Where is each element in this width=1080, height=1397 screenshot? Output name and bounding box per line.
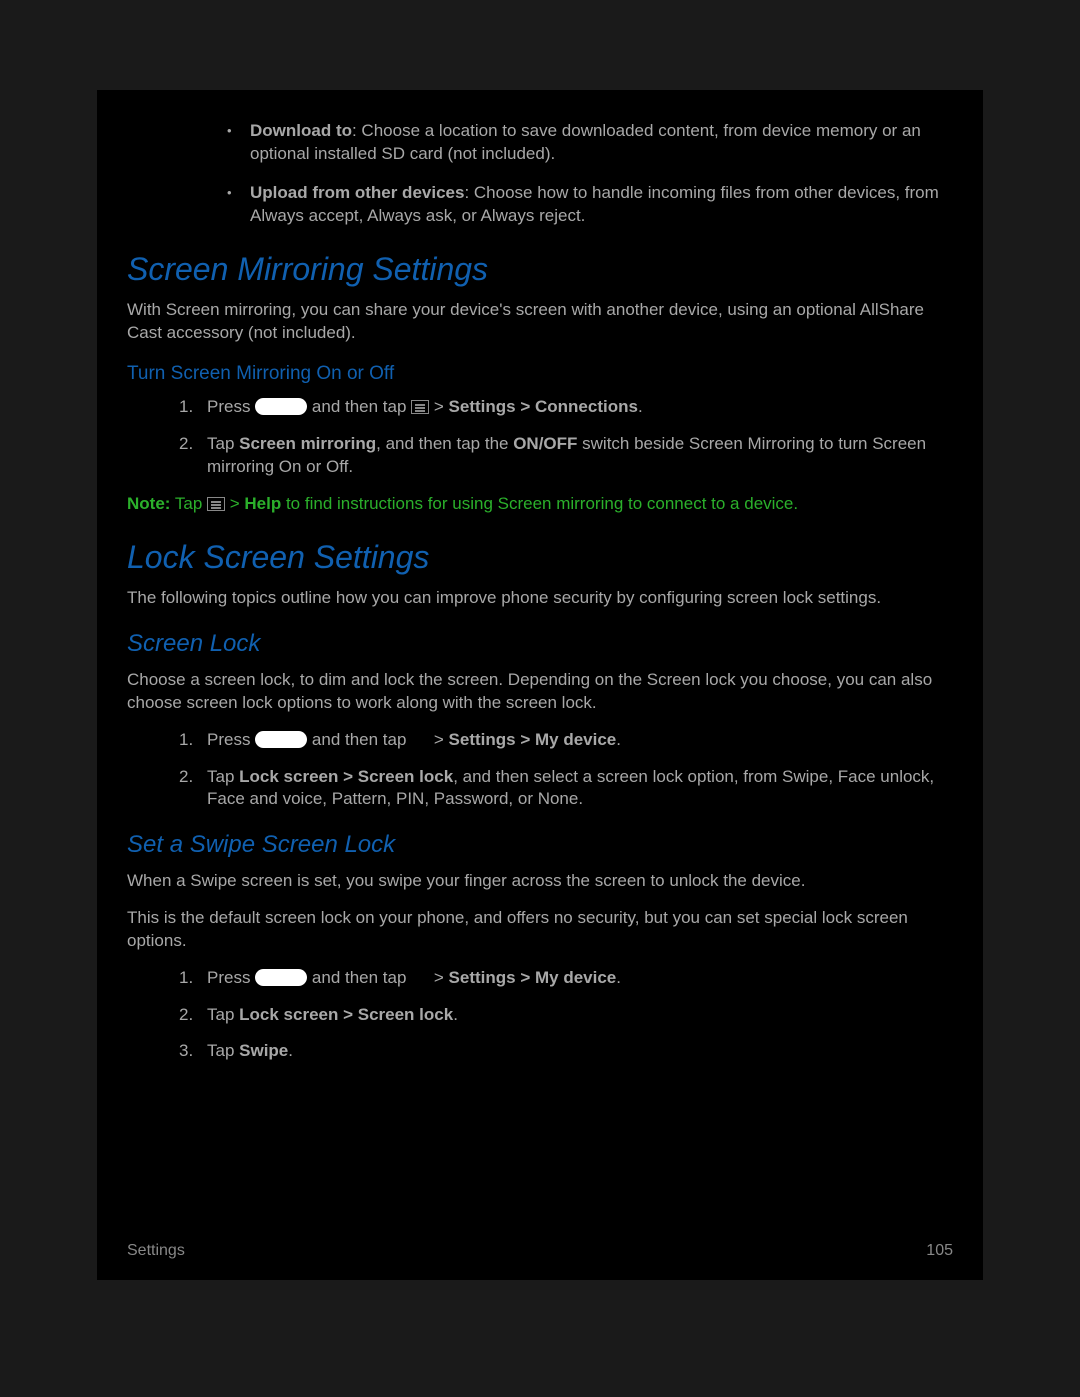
footer-page-number: 105	[926, 1240, 953, 1262]
step-text: Press	[207, 968, 255, 987]
subheading-turn-mirroring: Turn Screen Mirroring On or Off	[127, 361, 953, 387]
step-text: .	[616, 730, 621, 749]
list-item: 2. Tap Lock screen > Screen lock.	[179, 1004, 953, 1027]
menu-icon	[411, 400, 429, 414]
step-text: .	[453, 1005, 458, 1024]
home-button-icon	[255, 398, 307, 415]
step-text: >	[429, 397, 448, 416]
heading-lock-screen: Lock Screen Settings	[127, 536, 953, 579]
bullet-list: Download to: Choose a location to save d…	[222, 120, 953, 228]
bullet-title: Upload from other devices	[250, 183, 464, 202]
manual-page: Download to: Choose a location to save d…	[97, 90, 983, 1280]
step-text: , and then tap the	[376, 434, 513, 453]
heading-screen-mirroring: Screen Mirroring Settings	[127, 248, 953, 291]
step-bold: Lock screen > Screen lock	[239, 1005, 453, 1024]
list-number: 2.	[179, 766, 193, 789]
help-label: Help	[244, 494, 281, 513]
step-text: and then tap	[307, 730, 411, 749]
paragraph: The following topics outline how you can…	[127, 587, 953, 610]
step-bold: Settings > Connections	[449, 397, 638, 416]
step-text: Tap	[207, 767, 239, 786]
step-text: Press	[207, 730, 255, 749]
paragraph: This is the default screen lock on your …	[127, 907, 953, 953]
list-item: 1. Press and then tap > Settings > My de…	[179, 967, 953, 990]
list-item: 1. Press and then tap > Settings > Conne…	[179, 396, 953, 419]
step-bold: Swipe	[239, 1041, 288, 1060]
note-paragraph: Note: Tap > Help to find instructions fo…	[127, 493, 953, 516]
step-text: .	[616, 968, 621, 987]
bullet-title: Download to	[250, 121, 352, 140]
note-label: Note:	[127, 494, 170, 513]
bullet-item: Download to: Choose a location to save d…	[222, 120, 953, 166]
step-text: Press	[207, 397, 255, 416]
page-footer: Settings 105	[127, 1240, 953, 1262]
ordered-list: 1. Press and then tap > Settings > Conne…	[179, 396, 953, 479]
step-text: and then tap	[307, 397, 411, 416]
list-number: 1.	[179, 729, 193, 752]
step-bold: Screen mirroring	[239, 434, 376, 453]
menu-icon	[207, 497, 225, 511]
note-text: Tap	[170, 494, 207, 513]
step-text: .	[638, 397, 643, 416]
footer-section: Settings	[127, 1240, 185, 1262]
note-text: to find instructions for using Screen mi…	[281, 494, 798, 513]
step-bold: Settings > My device	[449, 730, 617, 749]
list-number: 1.	[179, 967, 193, 990]
list-item: 2. Tap Screen mirroring, and then tap th…	[179, 433, 953, 479]
list-item: 2. Tap Lock screen > Screen lock, and th…	[179, 766, 953, 812]
step-bold: Lock screen > Screen lock	[239, 767, 453, 786]
step-text: Tap	[207, 434, 239, 453]
step-text: Tap	[207, 1005, 239, 1024]
subheading-swipe-lock: Set a Swipe Screen Lock	[127, 829, 953, 861]
step-text: .	[288, 1041, 293, 1060]
ordered-list: 1. Press and then tap > Settings > My de…	[179, 729, 953, 812]
step-text: >	[429, 968, 448, 987]
menu-icon	[411, 733, 429, 747]
list-item: 3. Tap Swipe.	[179, 1040, 953, 1063]
list-item: 1. Press and then tap > Settings > My de…	[179, 729, 953, 752]
bullet-item: Upload from other devices: Choose how to…	[222, 182, 953, 228]
paragraph: With Screen mirroring, you can share you…	[127, 299, 953, 345]
paragraph: Choose a screen lock, to dim and lock th…	[127, 669, 953, 715]
list-number: 1.	[179, 396, 193, 419]
list-number: 2.	[179, 433, 193, 456]
note-text: >	[225, 494, 244, 513]
step-bold: Settings > My device	[449, 968, 617, 987]
step-bold: ON/OFF	[513, 434, 577, 453]
list-number: 2.	[179, 1004, 193, 1027]
home-button-icon	[255, 969, 307, 986]
menu-icon	[411, 971, 429, 985]
step-text: and then tap	[307, 968, 411, 987]
paragraph: When a Swipe screen is set, you swipe yo…	[127, 870, 953, 893]
step-text: Tap	[207, 1041, 239, 1060]
subheading-screen-lock: Screen Lock	[127, 628, 953, 660]
ordered-list: 1. Press and then tap > Settings > My de…	[179, 967, 953, 1064]
step-text: >	[429, 730, 448, 749]
home-button-icon	[255, 731, 307, 748]
list-number: 3.	[179, 1040, 193, 1063]
